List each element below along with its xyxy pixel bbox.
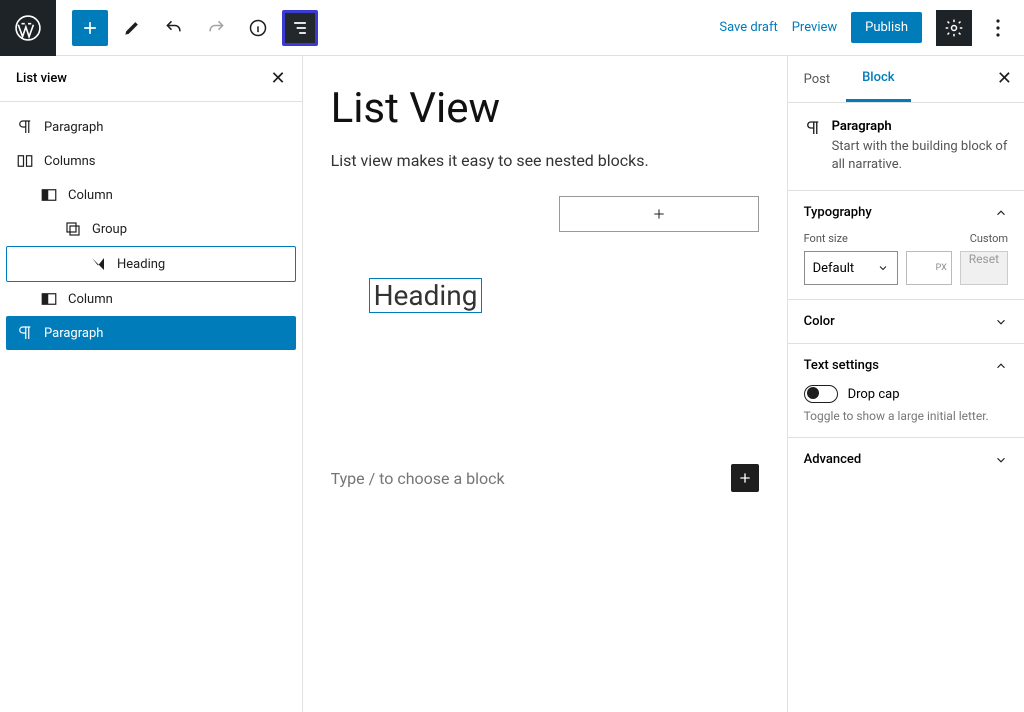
heading-icon	[89, 255, 107, 273]
post-title[interactable]: List View	[331, 84, 759, 133]
tree-item-paragraph-2[interactable]: Paragraph	[6, 316, 296, 350]
chevron-down-icon	[994, 315, 1008, 329]
more-options-button[interactable]	[986, 10, 1010, 46]
editor-canvas[interactable]: List View List view makes it easy to see…	[303, 56, 787, 712]
text-settings-panel: Text settings Drop cap Toggle to show a …	[788, 343, 1024, 437]
settings-button[interactable]	[936, 10, 972, 46]
undo-button[interactable]	[156, 10, 192, 46]
panel-title: Typography	[804, 205, 872, 220]
details-button[interactable]	[240, 10, 276, 46]
tree-item-label: Column	[68, 188, 113, 203]
tree-item-label: Column	[68, 292, 113, 307]
tree-item-label: Paragraph	[44, 326, 103, 341]
list-view-button[interactable]	[282, 10, 318, 46]
tree-item-label: Group	[92, 222, 127, 237]
inspector-panel: Post Block ✕ Paragraph Start with the bu…	[787, 56, 1024, 712]
panel-title: Text settings	[804, 358, 879, 373]
list-view-title: List view	[16, 71, 67, 86]
list-view-header: List view ✕	[0, 56, 302, 102]
tree-item-group[interactable]: Group	[6, 212, 296, 246]
appender-placeholder: Type / to choose a block	[331, 469, 505, 488]
column-icon	[40, 186, 58, 204]
chevron-up-icon	[994, 359, 1008, 373]
advanced-panel-toggle[interactable]: Advanced	[804, 452, 1008, 467]
edit-mode-button[interactable]	[114, 10, 150, 46]
plus-icon	[651, 206, 667, 222]
tree-item-column[interactable]: Column	[6, 178, 296, 212]
group-icon	[64, 220, 82, 238]
custom-label: Custom	[970, 232, 1008, 245]
wordpress-logo[interactable]	[0, 0, 56, 56]
default-appender[interactable]: Type / to choose a block	[331, 464, 759, 492]
column-appender[interactable]	[559, 196, 759, 232]
toolbar-tools	[56, 10, 318, 46]
chevron-up-icon	[994, 206, 1008, 220]
color-panel-toggle[interactable]: Color	[804, 314, 1008, 329]
close-list-view-button[interactable]: ✕	[270, 68, 285, 89]
drop-cap-toggle[interactable]	[804, 385, 838, 403]
tree-item-label: Heading	[117, 257, 165, 272]
paragraph-icon	[16, 118, 34, 136]
typography-panel-toggle[interactable]: Typography	[804, 205, 1008, 220]
block-description: Start with the building block of all nar…	[832, 138, 1008, 174]
panel-title: Advanced	[804, 452, 862, 467]
paragraph-block[interactable]: List view makes it easy to see nested bl…	[331, 151, 759, 170]
tree-item-paragraph[interactable]: Paragraph	[6, 110, 296, 144]
redo-button[interactable]	[198, 10, 234, 46]
typography-panel: Typography Font size Custom Default PX	[788, 190, 1024, 299]
close-inspector-button[interactable]: ✕	[997, 68, 1012, 89]
advanced-panel: Advanced	[788, 437, 1024, 481]
font-size-label: Font size	[804, 232, 848, 245]
inspector-tabs: Post Block ✕	[788, 56, 1024, 103]
add-block-button[interactable]	[72, 10, 108, 46]
panel-title: Color	[804, 314, 835, 329]
columns-icon	[16, 152, 34, 170]
text-settings-panel-toggle[interactable]: Text settings	[804, 358, 1008, 373]
heading-block[interactable]: Heading	[369, 278, 483, 313]
paragraph-icon	[16, 324, 34, 342]
color-panel: Color	[788, 299, 1024, 343]
save-draft-button[interactable]: Save draft	[719, 20, 777, 35]
drop-cap-hint: Toggle to show a large initial letter.	[804, 409, 1008, 423]
tree-item-heading[interactable]: Heading	[6, 246, 296, 282]
appender-add-button[interactable]	[731, 464, 759, 492]
editor-topbar: Save draft Preview Publish	[0, 0, 1024, 56]
chevron-down-icon	[877, 262, 889, 274]
tree-item-column-2[interactable]: Column	[6, 282, 296, 316]
column-icon	[40, 290, 58, 308]
tree-item-label: Paragraph	[44, 120, 103, 135]
list-view-panel: List view ✕ Paragraph Columns Column Gro…	[0, 56, 303, 712]
block-tree: Paragraph Columns Column Group Heading C…	[0, 102, 302, 358]
chevron-down-icon	[994, 453, 1008, 467]
publish-button[interactable]: Publish	[851, 12, 922, 43]
tree-item-columns[interactable]: Columns	[6, 144, 296, 178]
tab-block[interactable]: Block	[846, 56, 910, 102]
tree-item-label: Columns	[44, 154, 96, 169]
px-suffix: PX	[936, 263, 947, 273]
block-name: Paragraph	[832, 119, 1008, 134]
editor-main: List view ✕ Paragraph Columns Column Gro…	[0, 56, 1024, 712]
tab-post[interactable]: Post	[788, 58, 847, 101]
plus-icon	[737, 470, 753, 486]
block-card: Paragraph Start with the building block …	[788, 103, 1024, 190]
paragraph-icon	[804, 119, 822, 137]
topbar-right: Save draft Preview Publish	[719, 10, 1024, 46]
font-size-select[interactable]: Default	[804, 251, 898, 285]
drop-cap-label: Drop cap	[848, 387, 900, 402]
preview-button[interactable]: Preview	[792, 20, 837, 35]
custom-font-size-input[interactable]: PX	[906, 251, 952, 285]
reset-font-size-button[interactable]: Reset	[960, 251, 1008, 285]
font-size-value: Default	[813, 261, 855, 276]
